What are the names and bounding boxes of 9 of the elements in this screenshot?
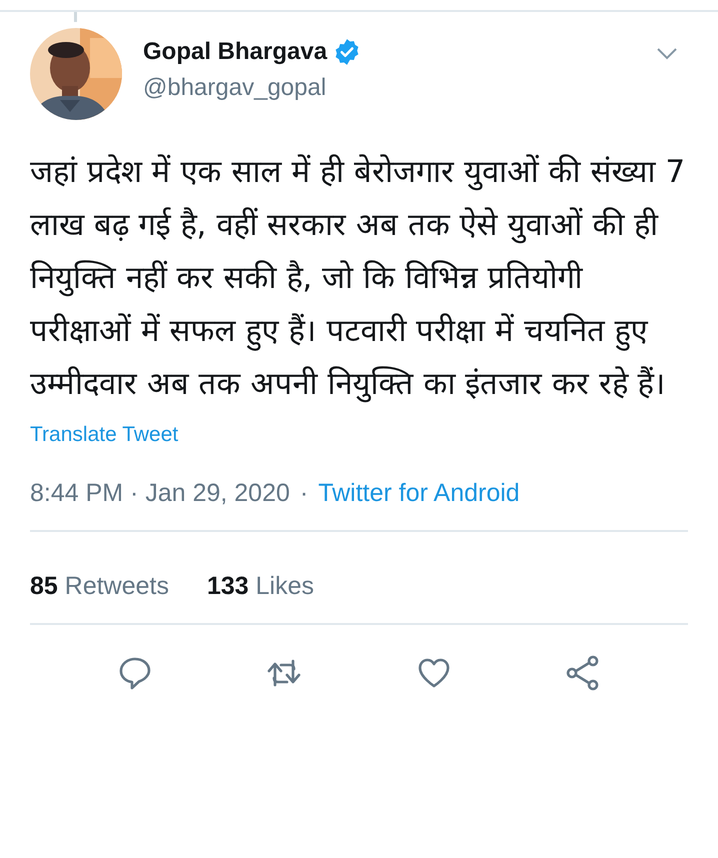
reply-icon[interactable]	[116, 655, 153, 691]
chevron-down-icon[interactable]	[657, 48, 677, 60]
timestamp: 8:44 PM · Jan 29, 2020	[30, 479, 290, 508]
author-handle[interactable]: @bhargav_gopal	[143, 74, 657, 102]
stat-count[interactable]: 85 Retweets	[30, 572, 169, 601]
separator-dot: ·	[300, 479, 308, 508]
author-name[interactable]: Gopal Bhargava	[143, 38, 328, 66]
tweet-text: जहां प्रदेश में एक साल में ही बेरोजगार युवाओं की संख्या 7 लाख बढ़ गई है, वहीं सरकार अब तक ऐसे युवाओं की ही नियुक्ति नहीं कर सकी है, जो कि विभिन्न प्रतियोगी परीक्षाओं में सफल हुए हैं। पटवारी परीक्षा में चयनित हुए उम्मीदवार अब तक अपनी नियुक्ति का इंतजार कर रहे हैं।	[30, 153, 686, 404]
stat-count[interactable]: 133 Likes	[206, 572, 314, 601]
